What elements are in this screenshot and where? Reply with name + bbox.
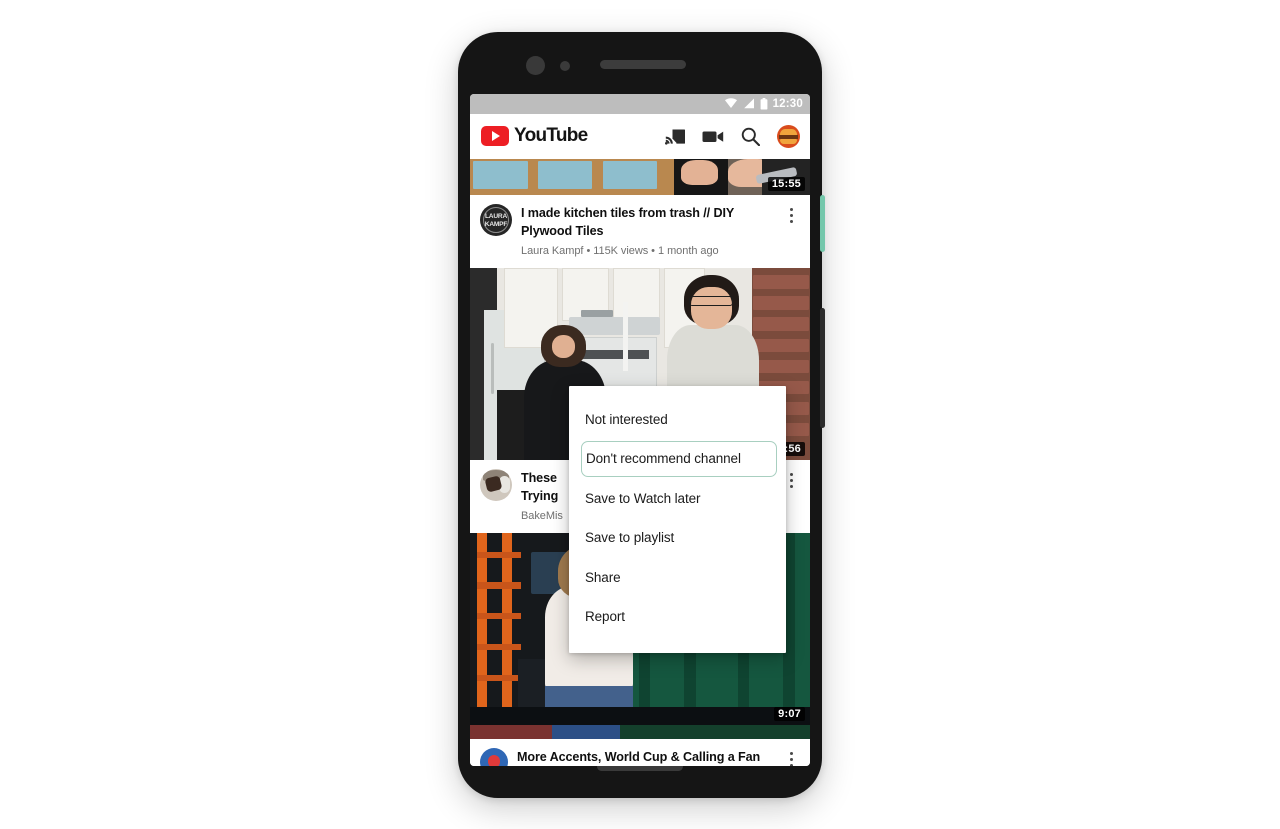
ladder-rung <box>476 643 521 650</box>
video-options-kebab-icon[interactable] <box>782 204 800 257</box>
proximity-sensor-icon <box>560 60 570 71</box>
video-meta-1: LAURA KAMPF I made kitchen tiles from tr… <box>470 194 810 268</box>
person-hand <box>680 159 719 186</box>
status-bar-clock: 12:30 <box>772 97 803 110</box>
canvas: 12:30 YouTube 15:55 LAURA KAMPF I made k… <box>0 0 1280 829</box>
range-hood <box>568 310 661 335</box>
video-title[interactable]: More Accents, World Cup & Calling a Fan <box>517 744 760 764</box>
front-camera-icon <box>526 55 545 75</box>
color-block <box>551 724 620 739</box>
video-duration-badge: 9:07 <box>774 706 805 721</box>
person-face <box>551 334 576 358</box>
color-block <box>470 724 552 739</box>
kebab-dot <box>789 478 793 482</box>
person-face <box>691 286 732 329</box>
brick <box>753 275 809 289</box>
youtube-play-icon <box>481 126 509 146</box>
volume-rocker-button[interactable] <box>820 307 825 428</box>
menu-item-save-to-watch-later[interactable]: Save to Watch later <box>569 479 786 519</box>
menu-item-share[interactable]: Share <box>569 558 786 598</box>
kebab-dot <box>789 751 793 755</box>
battery-icon <box>760 97 767 109</box>
brick <box>753 296 809 310</box>
brick <box>753 359 809 374</box>
create-video-icon[interactable] <box>702 129 724 144</box>
thumbnail-art-sliver <box>470 724 810 739</box>
kebab-dot <box>789 484 793 488</box>
channel-avatar[interactable]: LAURA KAMPF <box>480 203 512 236</box>
earpiece-speaker <box>600 59 686 69</box>
channel-avatar[interactable] <box>480 747 508 766</box>
power-button[interactable] <box>820 194 825 252</box>
video-thumbnail-1[interactable]: 15:55 <box>470 158 810 195</box>
phone-screen: 12:30 YouTube 15:55 LAURA KAMPF I made k… <box>470 93 810 766</box>
video-meta-4: More Accents, World Cup & Calling a Fan <box>470 743 810 766</box>
wifi-icon <box>724 98 737 108</box>
appbar-actions <box>665 124 800 148</box>
kebab-dot <box>789 213 793 217</box>
avatar-ring <box>483 206 509 233</box>
avatar-text-line-2: KAMPF <box>484 220 508 228</box>
cellular-signal-icon <box>743 98 754 109</box>
video-duration-badge: 15:55 <box>767 176 805 191</box>
tile <box>473 160 528 190</box>
menu-item-report[interactable]: Report <box>569 597 786 637</box>
ladder-rung <box>476 551 521 558</box>
ladder-rung <box>476 582 521 589</box>
brick <box>753 317 809 331</box>
phone-top-bezel <box>458 32 822 96</box>
youtube-logo[interactable]: YouTube <box>481 125 588 147</box>
color-block <box>619 724 810 739</box>
video-options-kebab-icon[interactable] <box>782 748 800 766</box>
channel-avatar[interactable] <box>480 468 512 501</box>
video-title[interactable]: I made kitchen tiles from trash // DIY P… <box>521 206 734 238</box>
status-bar: 12:30 <box>470 93 810 114</box>
eyeglasses-icon <box>689 296 734 306</box>
kebab-dot <box>789 472 793 476</box>
light-streak <box>623 302 629 372</box>
youtube-appbar: YouTube <box>470 113 810 159</box>
menu-item-not-interested[interactable]: Not interested <box>569 400 786 440</box>
tile <box>538 160 593 190</box>
avatar-patty <box>779 134 798 139</box>
video-meta-text: More Accents, World Cup & Calling a Fan <box>517 748 773 766</box>
video-title[interactable]: These Trying <box>521 471 558 503</box>
brick <box>753 338 809 352</box>
kebab-dot <box>789 757 793 761</box>
kebab-dot <box>789 207 793 211</box>
ladder-rail <box>476 532 487 725</box>
kebab-dot <box>789 763 793 766</box>
account-avatar[interactable] <box>777 124 800 148</box>
video-options-context-menu: Not interested Don't recommend channel S… <box>569 385 786 653</box>
kebab-dot <box>789 219 793 223</box>
video-thumbnail-4[interactable] <box>470 724 810 739</box>
video-title-line-2: Trying <box>521 488 559 503</box>
step-ladder <box>476 532 521 725</box>
kitchen-cabinet <box>612 267 661 322</box>
search-icon[interactable] <box>741 127 760 146</box>
floor <box>470 707 810 725</box>
avatar-text-line-1: LAURA <box>484 212 508 220</box>
youtube-wordmark: YouTube <box>514 125 588 146</box>
phone-device: 12:30 YouTube 15:55 LAURA KAMPF I made k… <box>458 31 825 798</box>
video-meta-text: I made kitchen tiles from trash // DIY P… <box>521 204 773 257</box>
menu-item-save-to-playlist[interactable]: Save to playlist <box>569 518 786 558</box>
video-subtitle: Laura Kampf • 115K views • 1 month ago <box>521 244 719 257</box>
tile <box>602 160 657 190</box>
ladder-rung <box>476 674 521 681</box>
avatar-bun-bottom <box>780 138 797 144</box>
video-title-line-1: These <box>521 470 557 485</box>
ladder-rung <box>476 613 521 620</box>
thumbnail-art-tiles <box>470 158 810 195</box>
cast-icon[interactable] <box>665 128 685 145</box>
ladder-rail <box>502 532 513 725</box>
menu-item-dont-recommend-channel[interactable]: Don't recommend channel <box>581 441 777 477</box>
